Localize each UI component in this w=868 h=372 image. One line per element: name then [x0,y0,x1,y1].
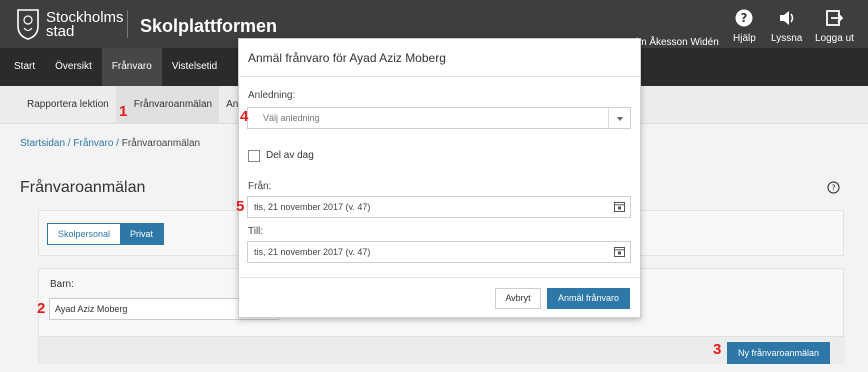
logout-button[interactable]: Logga ut [815,8,854,44]
calendar-icon[interactable] [614,201,625,212]
to-date-value: tis, 21 november 2017 (v. 47) [254,247,371,257]
subnav-item-franvaroanmalan[interactable]: Frånvaroanmälan [115,85,220,124]
to-label: Till: [248,226,264,237]
partial-day-checkbox[interactable] [248,150,260,162]
brand-divider [127,10,128,38]
child-label: Barn: [50,279,74,290]
page-help-icon[interactable]: ? [827,181,840,194]
listen-button[interactable]: Lyssna [771,8,802,44]
svg-text:?: ? [831,184,835,193]
annotation-marker-3: 3 [713,341,722,358]
nav-item-vistelsetid[interactable]: Vistelsetid [162,48,227,86]
speaker-icon [779,11,793,25]
from-label: Från: [248,181,272,192]
reason-select[interactable]: Välj anledning [247,107,631,129]
breadcrumb-franvaro[interactable]: Frånvaro [73,138,113,149]
partial-day-label[interactable]: Del av dag [266,150,314,161]
listen-label: Lyssna [771,33,803,44]
tab-privat[interactable]: Privat [120,224,164,244]
dialog-title: Anmäl frånvaro för Ayad Aziz Moberg [239,39,640,77]
annotation-marker-5: 5 [236,198,245,215]
calendar-icon[interactable] [614,246,625,257]
from-date-value: tis, 21 november 2017 (v. 47) [254,202,371,212]
dialog-footer: Avbryt Anmäl frånvaro [239,277,640,318]
new-absence-button[interactable]: Ny frånvaroanmälan [727,342,830,364]
help-icon: ? [735,9,753,27]
svg-text:?: ? [741,11,748,25]
cancel-button[interactable]: Avbryt [495,288,541,309]
from-date-field[interactable]: tis, 21 november 2017 (v. 47) [247,196,631,218]
breadcrumb-separator: / [113,138,122,149]
reason-placeholder: Välj anledning [263,113,320,123]
nav-item-oversikt[interactable]: Översikt [45,48,102,86]
page-title: Frånvaroanmälan [20,179,146,196]
subnav-item-rapportera-lektion[interactable]: Rapportera lektion [20,86,116,124]
reason-label: Anledning: [248,90,296,101]
breadcrumb: Startsidan / Frånvaro / Frånvaroanmälan [20,138,200,149]
stockholm-crest-icon [17,9,39,40]
nav-item-start[interactable]: Start [4,48,45,86]
help-label: Hjälp [733,33,756,44]
to-date-field[interactable]: tis, 21 november 2017 (v. 47) [247,241,631,263]
product-name[interactable]: Skolplattformen [140,16,277,37]
tab-skolpersonal[interactable]: Skolpersonal [48,224,121,244]
chevron-down-icon[interactable] [608,108,630,128]
logout-icon [826,10,844,26]
nav-item-franvaro[interactable]: Frånvaro [101,48,162,86]
logout-label: Logga ut [815,33,854,44]
child-panel-footer [39,336,845,364]
brand-name[interactable]: Stockholms stad [46,10,124,40]
annotation-marker-1: 1 [119,103,128,120]
annotation-marker-4: 4 [240,108,249,125]
brand-line2: stad [46,23,75,40]
report-absence-dialog: Anmäl frånvaro för Ayad Aziz Moberg Anle… [238,38,641,318]
breadcrumb-startsidan[interactable]: Startsidan [20,138,65,149]
breadcrumb-current: Frånvaroanmälan [121,138,201,149]
role-toggle: Skolpersonal Privat [47,223,165,245]
annotation-marker-2: 2 [37,300,46,317]
user-name[interactable]: im Åkesson Widén [636,37,719,48]
help-button[interactable]: ? Hjälp [733,8,756,44]
submit-absence-button[interactable]: Anmäl frånvaro [547,288,630,309]
